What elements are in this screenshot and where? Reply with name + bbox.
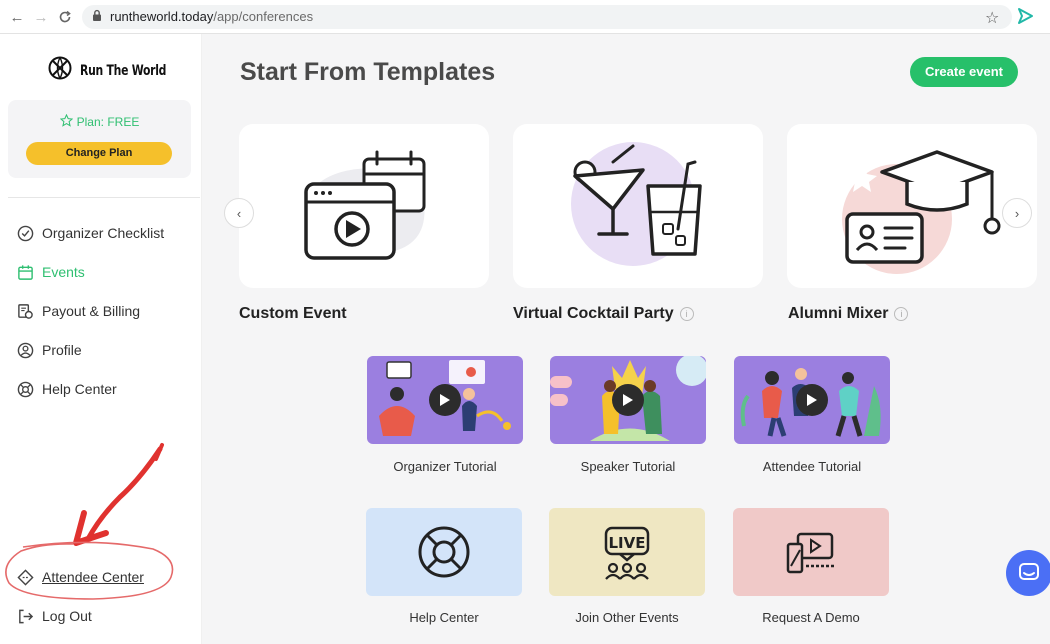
sidebar-item-label: Profile [42,342,82,358]
template-name[interactable]: Virtual Cocktail Party i [513,305,694,323]
template-card-custom-event[interactable] [239,124,489,288]
live-event-icon: LIVE [549,508,705,596]
sidebar-item-attendee-center[interactable]: Attendee Center [16,565,144,589]
ticket-icon [16,568,34,586]
address-bar[interactable]: runtheworld.today/app/conferences [82,5,1012,29]
sidebar: Run The World Plan: FREE Change Plan Org… [0,34,202,644]
info-icon[interactable]: i [679,307,694,321]
url-text: runtheworld.today/app/conferences [110,9,313,24]
info-icon[interactable]: i [894,307,909,321]
sidebar-divider [8,197,200,198]
sidebar-item-log-out[interactable]: Log Out [16,604,92,628]
forward-arrow-icon[interactable]: → [32,8,50,26]
sidebar-item-profile[interactable]: Profile [16,338,82,362]
sidebar-item-organizer-checklist[interactable]: Organizer Checklist [16,221,164,245]
main-content: Start From Templates Create event Custom… [202,34,1050,644]
tutorial-thumbnail-speaker[interactable] [550,356,706,444]
template-card-alumni-mixer[interactable] [787,124,1037,288]
resource-card-join-other-events[interactable]: LIVE [549,508,705,596]
tutorial-thumbnail-organizer[interactable] [367,356,523,444]
user-icon [16,341,34,359]
tutorial-label[interactable]: Speaker Tutorial [550,459,706,474]
bookmark-star-icon[interactable]: ☆ [985,8,999,28]
graduation-cap-illustration [842,150,1001,274]
template-name[interactable]: Custom Event [239,305,347,323]
lifebuoy-icon [16,380,34,398]
resource-label[interactable]: Help Center [366,610,522,625]
sidebar-item-label: Payout & Billing [42,303,141,319]
template-name-text: Virtual Cocktail Party [513,305,674,322]
calendar-icon [16,263,34,281]
browser-toolbar: ← → runtheworld.today/app/conferences ☆ [0,0,1050,34]
url-domain: runtheworld.today [110,9,214,24]
carousel-next-button[interactable]: › [1002,198,1032,228]
change-plan-button[interactable]: Change Plan [26,142,172,165]
logo[interactable]: Run The World [48,56,180,85]
check-circle-icon [16,224,34,242]
star-outline-icon [59,113,73,130]
create-event-button[interactable]: Create event [910,57,1018,87]
template-card-virtual-cocktail-party[interactable] [513,124,763,288]
resource-card-request-a-demo[interactable] [733,508,889,596]
page-title: Start From Templates [240,58,496,86]
url-path: /app/conferences [213,9,314,24]
play-button[interactable] [612,384,644,416]
sidebar-item-label: Attendee Center [42,569,144,585]
carousel-prev-button[interactable]: ‹ [224,198,254,228]
sidebar-item-label: Events [42,264,85,280]
play-icon [623,394,633,406]
sidebar-item-help-center[interactable]: Help Center [16,377,117,401]
lifebuoy-icon [366,508,522,596]
sidebar-item-label: Organizer Checklist [42,225,165,241]
play-icon [440,394,450,406]
play-icon [807,394,817,406]
sidebar-item-events[interactable]: Events [16,260,85,284]
sidebar-item-payout-billing[interactable]: Payout & Billing [16,299,140,323]
play-button[interactable] [429,384,461,416]
plan-label: Plan: FREE [8,113,191,130]
back-arrow-icon[interactable]: ← [8,8,26,26]
template-name-text: Custom Event [239,305,347,322]
tutorial-label[interactable]: Organizer Tutorial [367,459,523,474]
video-calendar-illustration [304,150,426,260]
sidebar-item-label: Log Out [42,608,92,624]
tutorial-label[interactable]: Attendee Tutorial [734,459,890,474]
chat-icon [1019,563,1039,580]
lock-icon [92,9,102,27]
logo-text: Run The World [80,62,167,79]
live-label: LIVE [609,534,646,552]
play-button[interactable] [796,384,828,416]
video-demo-icon [733,508,889,596]
resource-label[interactable]: Join Other Events [549,610,705,625]
logout-icon [16,607,34,625]
plan-label-text: Plan: FREE [76,115,140,129]
resource-label[interactable]: Request A Demo [733,610,889,625]
red-annotation-arrow [73,443,164,546]
chevron-left-icon: ‹ [236,205,242,221]
resource-card-help-center[interactable] [366,508,522,596]
billing-icon [16,302,34,320]
chat-launcher-button[interactable] [1006,550,1050,596]
template-name[interactable]: Alumni Mixer i [788,305,909,323]
reload-icon[interactable] [56,8,74,26]
plan-card: Plan: FREE Change Plan [8,100,191,178]
extension-send-icon[interactable] [1016,7,1034,30]
tutorial-thumbnail-attendee[interactable] [734,356,890,444]
globe-logo-icon [48,56,72,85]
cocktail-glasses-illustration [571,142,702,266]
chevron-right-icon: › [1014,205,1020,221]
sidebar-item-label: Help Center [42,381,117,397]
template-name-text: Alumni Mixer [788,305,889,322]
